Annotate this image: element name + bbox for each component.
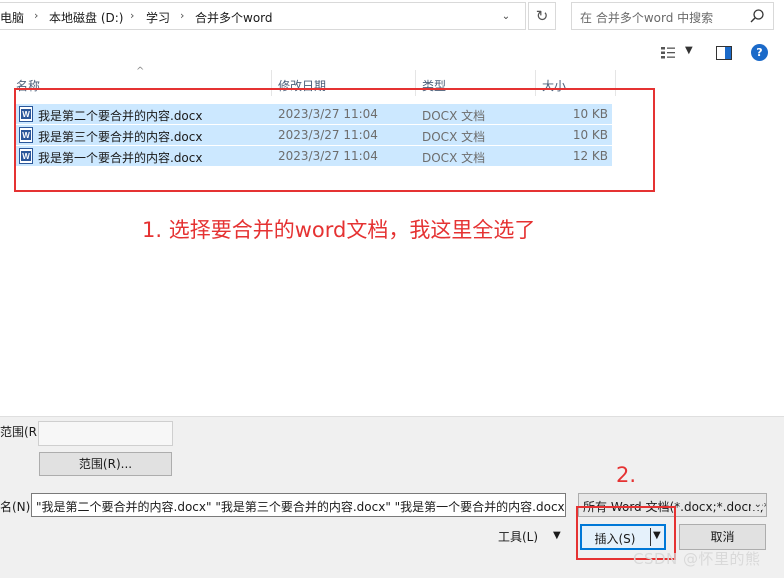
- annotation-step2-text: 2.: [616, 463, 637, 487]
- breadcrumb-pc[interactable]: 电脑: [0, 9, 24, 26]
- view-mode-icon[interactable]: [660, 46, 676, 60]
- annotation-highlight-box: [14, 88, 655, 192]
- breadcrumb-folder-current[interactable]: 合并多个word: [195, 9, 273, 26]
- search-input[interactable]: 在 合并多个word 中搜索: [580, 9, 713, 26]
- refresh-button[interactable]: ↻: [528, 2, 556, 30]
- address-toolbar: 电脑 › 本地磁盘 (D:) › 学习 › 合并多个word ⌄ ↻ 在 合并多…: [0, 0, 784, 34]
- breadcrumb-separator-icon[interactable]: ›: [130, 9, 134, 22]
- range-button[interactable]: 范围(R)...: [39, 452, 172, 476]
- filename-input[interactable]: "我是第二个要合并的内容.docx" "我是第三个要合并的内容.docx" "我…: [31, 493, 566, 517]
- breadcrumb-folder-study[interactable]: 学习: [146, 9, 170, 26]
- cancel-button[interactable]: 取消: [679, 524, 766, 550]
- address-bar[interactable]: 电脑 › 本地磁盘 (D:) › 学习 › 合并多个word ⌄: [0, 2, 526, 30]
- address-history-chevron-icon[interactable]: ⌄: [496, 8, 516, 26]
- breadcrumb-separator-icon[interactable]: ›: [34, 9, 38, 22]
- breadcrumb-separator-icon[interactable]: ›: [180, 9, 184, 22]
- range-input: [38, 421, 173, 446]
- preview-pane-icon[interactable]: [716, 46, 732, 60]
- view-toolbar: ▼ ?: [0, 38, 784, 68]
- search-icon[interactable]: [749, 8, 765, 24]
- breadcrumb-drive[interactable]: 本地磁盘 (D:): [49, 9, 123, 26]
- search-box[interactable]: 在 合并多个word 中搜索: [571, 2, 774, 30]
- view-options-chevron-icon[interactable]: ▼: [685, 45, 693, 56]
- filename-value: "我是第二个要合并的内容.docx" "我是第三个要合并的内容.docx" "我…: [36, 500, 566, 514]
- filename-label: 名(N):: [0, 500, 35, 514]
- annotation-step1-text: 1. 选择要合并的word文档，我这里全选了: [142, 218, 536, 242]
- tools-chevron-down-icon[interactable]: ▼: [553, 530, 561, 541]
- help-icon[interactable]: ?: [751, 44, 768, 61]
- refresh-icon: ↻: [535, 7, 549, 25]
- watermark: CSDN @怀里的熊: [633, 550, 761, 568]
- tools-button[interactable]: 工具(L): [498, 528, 538, 545]
- chevron-down-icon: ⌄: [750, 499, 762, 510]
